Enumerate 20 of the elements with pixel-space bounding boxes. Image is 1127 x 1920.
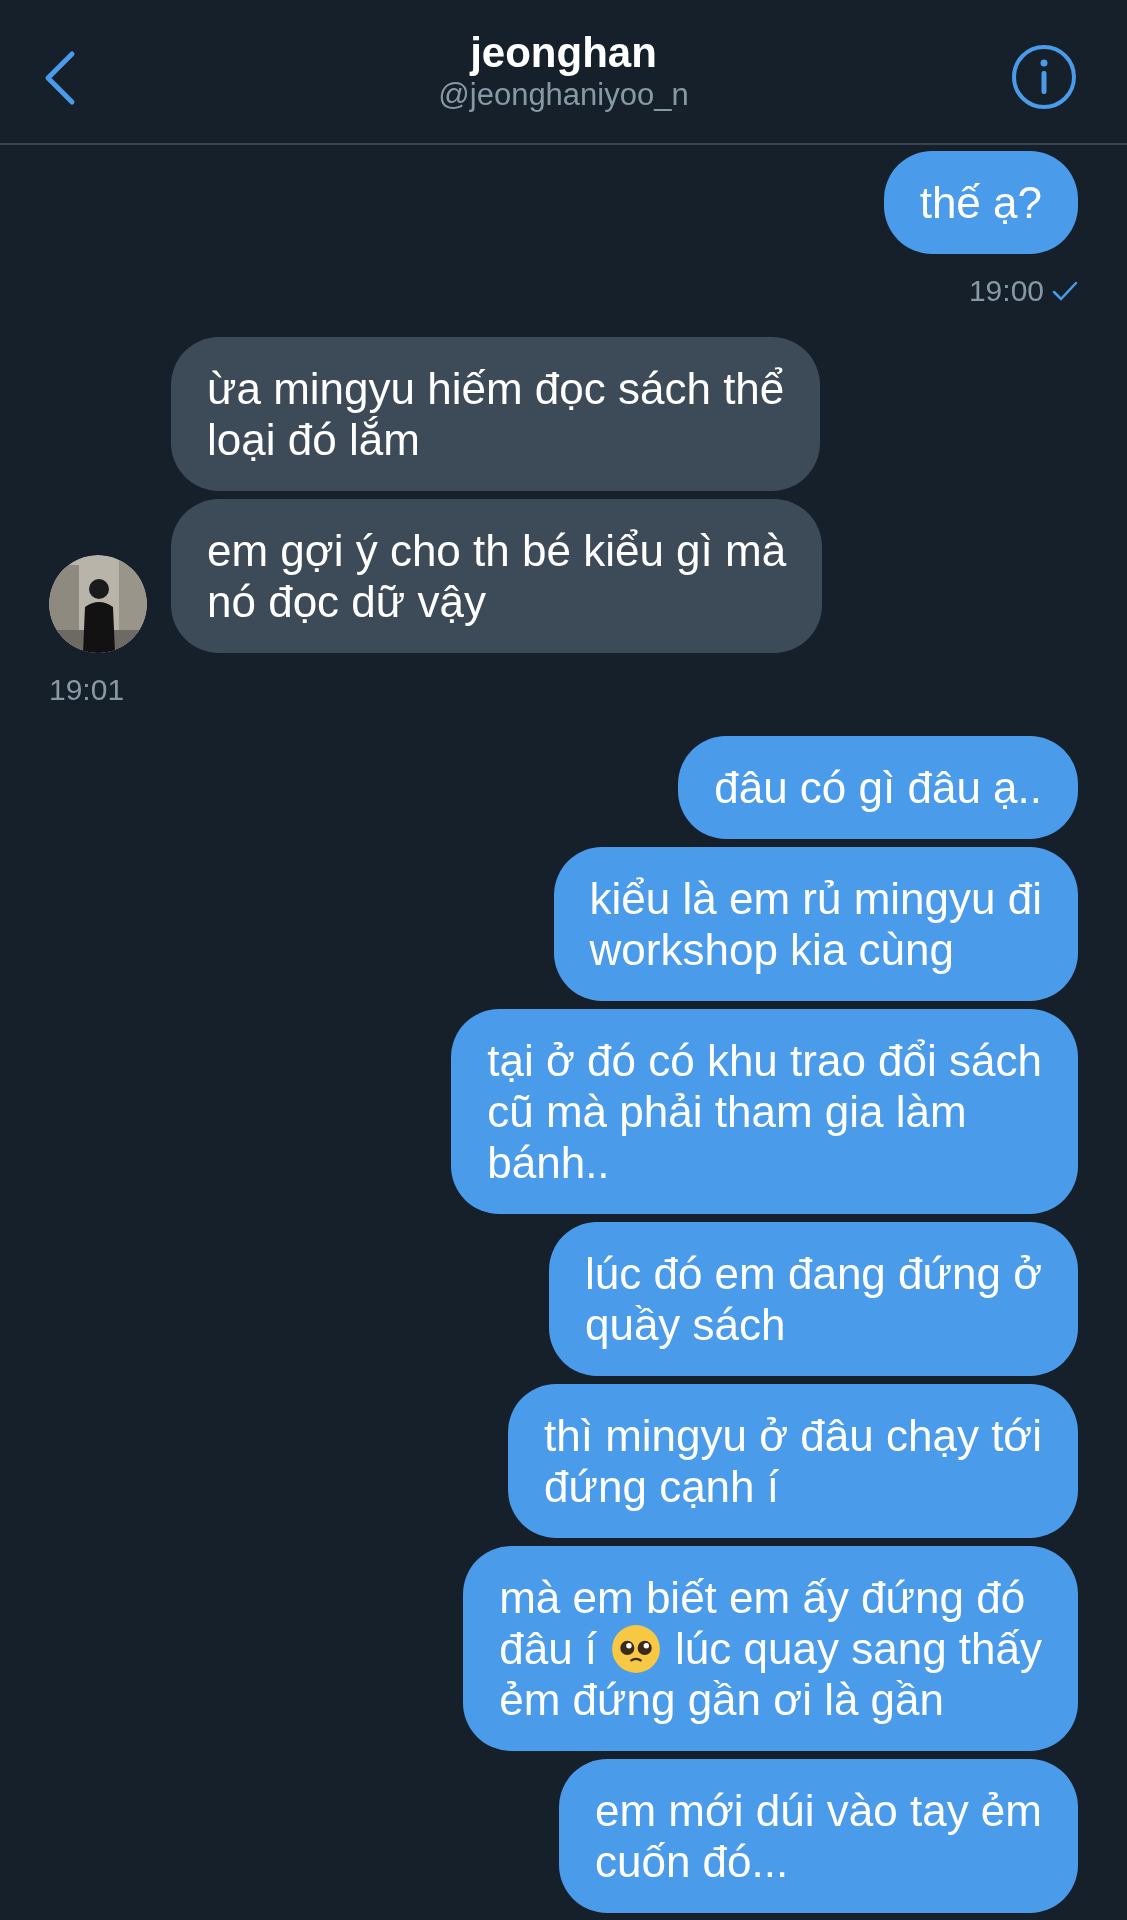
message-time: 19:01 [49, 672, 125, 708]
message-text: ẻm đứng gần ơi là gần [499, 1674, 944, 1725]
message-text: lúc quay sang thấy [675, 1623, 1042, 1674]
info-icon[interactable] [1011, 44, 1077, 110]
message-bubble: lúc đó em đang đứng ở quầy sách [548, 1222, 1078, 1376]
read-check-icon [1052, 279, 1078, 302]
message-bubble: ừa mingyu hiếm đọc sách thể loại đó lắm [171, 337, 821, 491]
message-bubble: thì mingyu ở đâu chạy tới đứng cạnh í [508, 1384, 1078, 1538]
message-bubble: tại ở đó có khu trao đổi sách cũ mà phải tham gia làm bánh.. [451, 1009, 1078, 1214]
message-bubble: em mới dúi vào tay ẻm cuốn đó... [559, 1759, 1078, 1913]
message-time: 19:00 [968, 273, 1044, 309]
conversation-title: jeonghan [470, 29, 657, 76]
message-bubble: thế ạ? [883, 151, 1078, 254]
message-bubble: đâu có gì đâu ạ.. [678, 736, 1078, 839]
message-text: mà em biết em ấy đứng đó [499, 1572, 1026, 1623]
pleading-face-icon [611, 1623, 662, 1674]
message-bubble: kiểu là em rủ mingyu đi workshop kia cùng [553, 847, 1078, 1001]
user-handle: @jeonghaniyoo_n [438, 76, 689, 114]
message-bubble: em gợi ý cho th bé kiểu gì mà nó đọc dữ vậy [171, 499, 823, 653]
message-text: đâu í [499, 1623, 598, 1674]
